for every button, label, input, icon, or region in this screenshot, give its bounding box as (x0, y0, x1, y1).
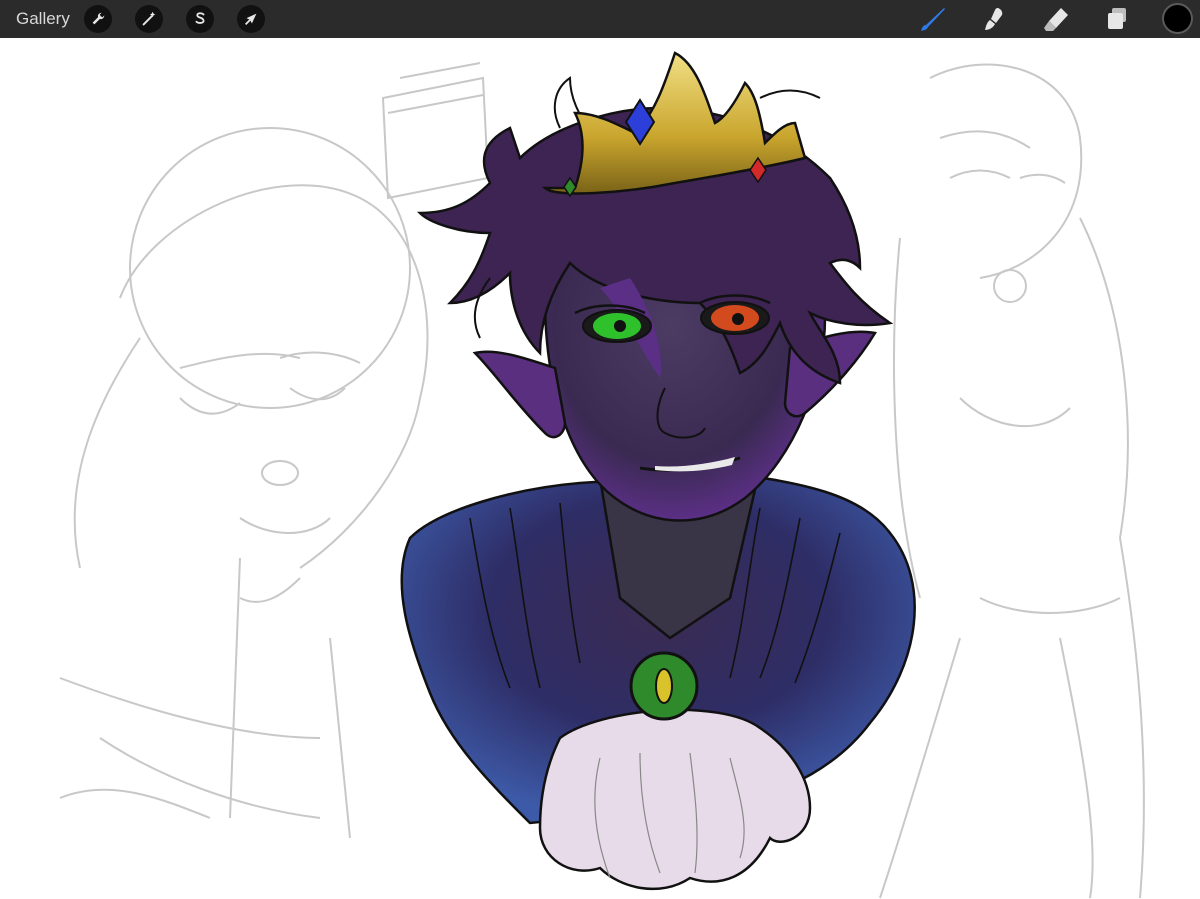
background-sketch-left (59, 127, 429, 839)
gallery-button[interactable]: Gallery (16, 9, 70, 29)
background-sketch-right (879, 63, 1145, 899)
brush-icon[interactable] (918, 5, 948, 33)
transform-arrow-icon[interactable] (237, 5, 265, 33)
magic-wand-icon[interactable] (135, 5, 163, 33)
top-toolbar: Gallery (0, 0, 1200, 38)
color-picker-button[interactable] (1164, 5, 1191, 32)
smudge-icon[interactable] (979, 5, 1009, 33)
background-sketch-box (381, 62, 490, 200)
artwork (59, 51, 1145, 899)
layers-icon[interactable] (1102, 5, 1132, 33)
selection-s-icon[interactable] (186, 5, 214, 33)
eraser-icon[interactable] (1041, 5, 1071, 33)
wrench-icon[interactable] (84, 5, 112, 33)
drawing-canvas[interactable] (0, 38, 1200, 899)
figure-cravat (538, 708, 812, 891)
